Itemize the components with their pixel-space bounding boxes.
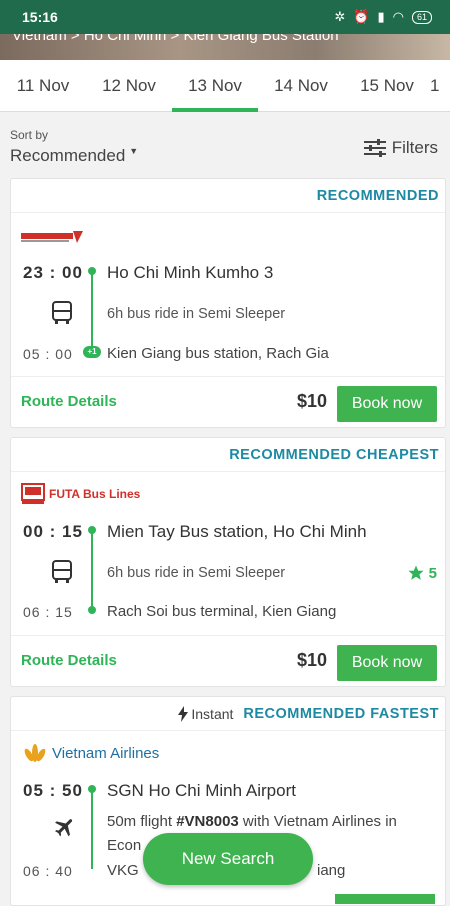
status-icons: ✲ ⏰ ▮ ◠ 61 bbox=[334, 9, 432, 25]
card-tag: RECOMMENDED CHEAPEST bbox=[11, 438, 445, 472]
flight-text-start: 50m flight bbox=[107, 813, 177, 830]
flight-text-line2: Econ bbox=[107, 837, 142, 854]
arrival-time: 06 : 40 bbox=[23, 863, 73, 879]
plane-icon bbox=[55, 819, 73, 837]
card-footer: Route Details $10 Book now bbox=[11, 376, 447, 428]
sort-bar: Sort by Recommended ▼ Filters bbox=[0, 112, 450, 176]
bluetooth-icon: ✲ bbox=[334, 9, 346, 24]
arrival-place: VKG bbox=[107, 862, 139, 879]
operator-logo bbox=[21, 231, 83, 243]
flight-text-end: with Vietnam Airlines in bbox=[238, 813, 397, 830]
sort-value: Recommended bbox=[10, 146, 126, 165]
book-now-button-partial[interactable] bbox=[335, 894, 435, 904]
breadcrumb: Vietnam > Ho Chi Minh > Kien Giang Bus S… bbox=[12, 34, 339, 44]
next-day-badge: +1 bbox=[83, 346, 101, 358]
instant-label: Instant bbox=[191, 705, 234, 722]
sort-dropdown[interactable]: Recommended ▼ bbox=[10, 146, 138, 166]
futa-logo-icon bbox=[21, 483, 45, 504]
date-tab-14-nov[interactable]: 14 Nov bbox=[258, 60, 344, 112]
operator-logo: FUTA Bus Lines bbox=[21, 483, 141, 504]
rating: 5 bbox=[407, 564, 437, 582]
book-now-button[interactable]: Book now bbox=[337, 386, 437, 422]
arrival-place: Kien Giang bus station, Rach Gia bbox=[107, 345, 329, 362]
status-bar: 15:16 ✲ ⏰ ▮ ◠ 61 bbox=[0, 0, 450, 34]
trip-duration: 6h bus ride in Semi Sleeper bbox=[107, 306, 286, 322]
departure-time: 23 : 00 bbox=[23, 263, 83, 282]
operator-name: Vietnam Airlines bbox=[52, 744, 160, 762]
caret-down-icon: ▼ bbox=[129, 146, 139, 156]
route-details-link[interactable]: Route Details bbox=[21, 393, 117, 410]
arrival-place-end: iang bbox=[317, 862, 346, 879]
card-tag: RECOMMENDED bbox=[11, 179, 445, 213]
card-tag-row: Instant RECOMMENDED FASTEST bbox=[11, 697, 445, 731]
route-details-link[interactable]: Route Details bbox=[21, 652, 117, 669]
signal-icon: ▮ bbox=[377, 9, 385, 24]
date-tab-15-nov[interactable]: 15 Nov bbox=[344, 60, 430, 112]
arrival-place: Rach Soi bus terminal, Kien Giang bbox=[107, 603, 337, 620]
operator-logo: Vietnam Airlines bbox=[21, 743, 159, 763]
result-card-recommended[interactable]: RECOMMENDED 23 : 00 Ho Chi Minh Kumho 3 … bbox=[10, 178, 447, 428]
status-time: 15:16 bbox=[22, 9, 58, 25]
lightning-icon bbox=[178, 705, 189, 722]
battery-icon: 61 bbox=[411, 10, 432, 24]
wifi-icon: ◠ bbox=[392, 9, 404, 24]
date-tab-11-nov[interactable]: 11 Nov bbox=[0, 60, 86, 112]
star-icon bbox=[408, 565, 424, 580]
flight-code: #VN8003 bbox=[176, 813, 239, 830]
date-tab-13-nov-selected[interactable]: 13 Nov bbox=[172, 60, 258, 112]
route-timeline bbox=[91, 530, 93, 610]
new-search-button[interactable]: New Search bbox=[143, 833, 313, 885]
card-footer: Route Details $10 Book now bbox=[11, 635, 447, 687]
filters-label: Filters bbox=[391, 138, 438, 157]
arrival-time: 05 : 00 bbox=[23, 346, 73, 362]
departure-time: 00 : 15 bbox=[23, 522, 83, 541]
trip-duration: 6h bus ride in Semi Sleeper bbox=[107, 565, 286, 581]
departure-place: Ho Chi Minh Kumho 3 bbox=[107, 263, 274, 282]
route-timeline bbox=[91, 789, 93, 869]
card-tag: RECOMMENDED FASTEST bbox=[243, 705, 439, 722]
arrival-time: 06 : 15 bbox=[23, 604, 73, 620]
price: $10 bbox=[296, 650, 327, 670]
departure-place: SGN Ho Chi Minh Airport bbox=[107, 781, 296, 800]
filters-button[interactable]: Filters bbox=[363, 138, 438, 158]
bus-icon bbox=[52, 560, 72, 583]
operator-name: FUTA Bus Lines bbox=[49, 487, 141, 501]
lotus-logo-icon bbox=[24, 744, 46, 762]
hero-banner: Vietnam > Ho Chi Minh > Kien Giang Bus S… bbox=[0, 34, 450, 60]
date-tab-12-nov[interactable]: 12 Nov bbox=[86, 60, 172, 112]
bus-icon bbox=[52, 301, 72, 324]
date-tab-next-partial[interactable]: 1 bbox=[430, 60, 450, 112]
result-card-cheapest[interactable]: RECOMMENDED CHEAPEST FUTA Bus Lines 00 :… bbox=[10, 437, 447, 687]
book-now-button[interactable]: Book now bbox=[337, 645, 437, 681]
departure-place: Mien Tay Bus station, Ho Chi Minh bbox=[107, 522, 367, 541]
date-tabs: 11 Nov 12 Nov 13 Nov 14 Nov 15 Nov 1 bbox=[0, 60, 450, 112]
route-timeline bbox=[91, 271, 93, 351]
rating-value: 5 bbox=[428, 564, 437, 582]
alarm-icon: ⏰ bbox=[353, 9, 370, 24]
instant-badge: Instant bbox=[178, 705, 234, 722]
price: $10 bbox=[296, 391, 327, 411]
sort-label: Sort by bbox=[10, 128, 49, 142]
filter-sliders-icon bbox=[363, 139, 386, 157]
arrival-dot bbox=[88, 606, 96, 614]
departure-time: 05 : 50 bbox=[23, 781, 83, 800]
